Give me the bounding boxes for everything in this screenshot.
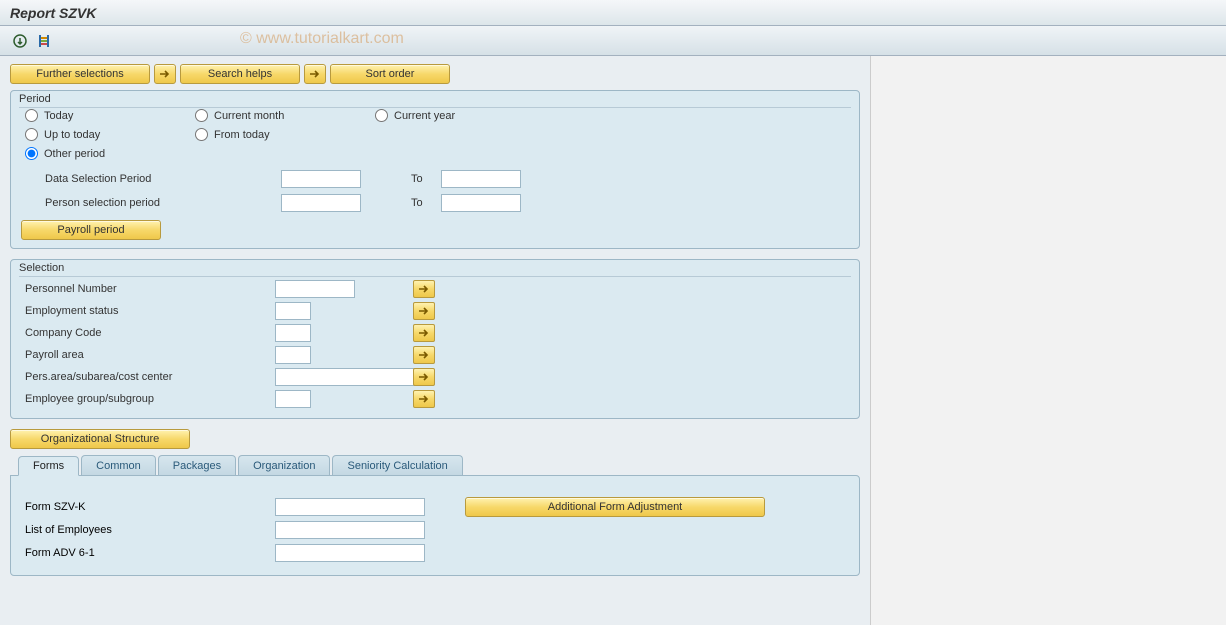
- selection-toolbar: Further selections Search helps Sort ord…: [10, 64, 860, 84]
- selection-row: Personnel Number: [21, 278, 849, 300]
- form-row-input[interactable]: [275, 544, 425, 562]
- form-row-label: Form SZV-K: [21, 501, 275, 513]
- tab-seniority-calculation[interactable]: Seniority Calculation: [332, 455, 462, 475]
- radio-today-label: Today: [44, 110, 73, 122]
- selection-row: Company Code: [21, 322, 849, 344]
- radio-up-to-today-label: Up to today: [44, 129, 100, 141]
- radio-current-month-input[interactable]: [195, 109, 208, 122]
- selection-row: Employee group/subgroup: [21, 388, 849, 410]
- multiple-selection-button[interactable]: [413, 324, 435, 342]
- selection-input[interactable]: [275, 324, 311, 342]
- data-selection-from-input[interactable]: [281, 170, 361, 188]
- tab-packages[interactable]: Packages: [158, 455, 236, 475]
- radio-from-today-input[interactable]: [195, 128, 208, 141]
- organizational-structure-button[interactable]: Organizational Structure: [10, 429, 190, 449]
- variant-icon[interactable]: [34, 31, 54, 51]
- form-row-label: Form ADV 6-1: [21, 547, 275, 559]
- radio-up-to-today-input[interactable]: [25, 128, 38, 141]
- right-empty-panel: [870, 56, 1226, 625]
- radio-from-today[interactable]: From today: [195, 128, 375, 141]
- person-selection-from-input[interactable]: [281, 194, 361, 212]
- tab-forms[interactable]: Forms: [18, 456, 79, 476]
- app-toolbar: © www.tutorialkart.com: [0, 26, 1226, 56]
- sort-order-arrow-button[interactable]: [304, 64, 326, 84]
- to-label-2: To: [411, 197, 441, 209]
- data-selection-period-label: Data Selection Period: [45, 173, 281, 185]
- selection-input[interactable]: [275, 346, 311, 364]
- to-label-1: To: [411, 173, 441, 185]
- execute-icon[interactable]: [10, 31, 30, 51]
- person-selection-period-label: Person selection period: [45, 197, 281, 209]
- radio-up-to-today[interactable]: Up to today: [25, 128, 195, 141]
- multiple-selection-button[interactable]: [413, 390, 435, 408]
- selection-label: Personnel Number: [21, 283, 275, 295]
- search-helps-button[interactable]: Search helps: [180, 64, 300, 84]
- form-row-label: List of Employees: [21, 524, 275, 536]
- radio-current-year-label: Current year: [394, 110, 455, 122]
- arrow-right-icon: [418, 284, 430, 294]
- payroll-period-button[interactable]: Payroll period: [21, 220, 161, 240]
- arrow-right-icon: [418, 372, 430, 382]
- arrow-right-icon: [309, 69, 321, 79]
- radio-current-month[interactable]: Current month: [195, 109, 375, 122]
- period-legend: Period: [19, 91, 51, 107]
- selection-label: Employment status: [21, 305, 275, 317]
- multiple-selection-button[interactable]: [413, 346, 435, 364]
- page-title: Report SZVK: [10, 5, 96, 21]
- search-helps-arrow-button[interactable]: [154, 64, 176, 84]
- radio-from-today-label: From today: [214, 129, 270, 141]
- form-row-input[interactable]: [275, 498, 425, 516]
- form-row: Form SZV-K Additional Form Adjustment: [21, 496, 849, 518]
- multiple-selection-button[interactable]: [413, 368, 435, 386]
- radio-today-input[interactable]: [25, 109, 38, 122]
- tab-common[interactable]: Common: [81, 455, 156, 475]
- titlebar: Report SZVK: [0, 0, 1226, 26]
- selection-legend: Selection: [19, 260, 64, 276]
- watermark: © www.tutorialkart.com: [240, 30, 404, 48]
- tab-organization[interactable]: Organization: [238, 455, 330, 475]
- radio-other-period-label: Other period: [44, 148, 105, 160]
- period-group: Period Today Current month Current year: [10, 90, 860, 249]
- tab-panel-forms: Form SZV-K Additional Form Adjustment List…: [10, 475, 860, 576]
- form-row: Form ADV 6-1: [21, 542, 849, 564]
- arrow-right-icon: [159, 69, 171, 79]
- radio-other-period[interactable]: Other period: [25, 147, 195, 160]
- sort-order-button[interactable]: Sort order: [330, 64, 450, 84]
- arrow-right-icon: [418, 306, 430, 316]
- selection-input[interactable]: [275, 390, 311, 408]
- selection-input[interactable]: [275, 302, 311, 320]
- radio-current-year-input[interactable]: [375, 109, 388, 122]
- form-row-input[interactable]: [275, 521, 425, 539]
- selection-label: Employee group/subgroup: [21, 393, 275, 405]
- additional-form-adjustment-button[interactable]: Additional Form Adjustment: [465, 497, 765, 517]
- tabstrip: FormsCommonPackagesOrganizationSeniority…: [10, 453, 860, 475]
- arrow-right-icon: [418, 328, 430, 338]
- further-selections-button[interactable]: Further selections: [10, 64, 150, 84]
- selection-group: Selection Personnel Number Employment sta…: [10, 259, 860, 419]
- data-selection-to-input[interactable]: [441, 170, 521, 188]
- selection-label: Pers.area/subarea/cost center: [21, 371, 275, 383]
- selection-input[interactable]: [275, 280, 355, 298]
- selection-row: Payroll area: [21, 344, 849, 366]
- selection-row: Pers.area/subarea/cost center: [21, 366, 849, 388]
- arrow-right-icon: [418, 350, 430, 360]
- selection-label: Payroll area: [21, 349, 275, 361]
- radio-other-period-input[interactable]: [25, 147, 38, 160]
- selection-label: Company Code: [21, 327, 275, 339]
- selection-input[interactable]: [275, 368, 425, 386]
- radio-current-month-label: Current month: [214, 110, 284, 122]
- arrow-right-icon: [418, 394, 430, 404]
- person-selection-to-input[interactable]: [441, 194, 521, 212]
- multiple-selection-button[interactable]: [413, 280, 435, 298]
- selection-row: Employment status: [21, 300, 849, 322]
- multiple-selection-button[interactable]: [413, 302, 435, 320]
- radio-current-year[interactable]: Current year: [375, 109, 555, 122]
- radio-today[interactable]: Today: [25, 109, 195, 122]
- form-row: List of Employees: [21, 519, 849, 541]
